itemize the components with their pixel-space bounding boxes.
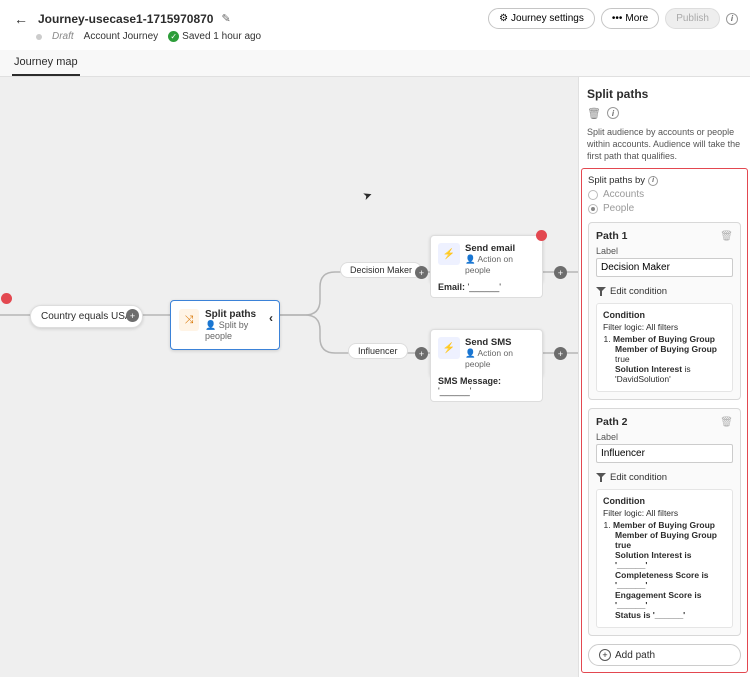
action-node-send-email[interactable]: ⚡ Send email 👤 Action on people xyxy=(430,235,543,283)
info-icon[interactable]: i xyxy=(607,107,619,119)
info-icon[interactable]: i xyxy=(726,13,738,25)
add-node-icon[interactable]: + xyxy=(415,266,428,279)
label-field-label: Label xyxy=(596,246,733,256)
action-sub: Action on people xyxy=(465,348,513,369)
action-detail-email: Email: '______' xyxy=(430,277,543,298)
path-card-1: Path 1 🗑 Label Edit condition Condition … xyxy=(588,222,741,400)
action-node-send-sms[interactable]: ⚡ Send SMS 👤 Action on people xyxy=(430,329,543,377)
journey-canvas[interactable]: ➤ Country equals USA + ⤨ Split paths 👤 S… xyxy=(0,77,578,677)
cursor-icon: ➤ xyxy=(361,188,374,203)
journey-settings-button[interactable]: ⚙Journey settings xyxy=(488,8,595,29)
path-heading: Path 1 xyxy=(596,230,628,242)
split-config: Split paths by i Accounts People Path 1 … xyxy=(581,168,748,673)
tabs: Journey map xyxy=(0,50,750,77)
info-icon[interactable]: i xyxy=(648,176,658,186)
delete-icon[interactable]: 🗑 xyxy=(587,107,601,120)
action-title: Send SMS xyxy=(465,337,535,348)
split-sub: Split by people xyxy=(205,320,248,341)
plus-icon: + xyxy=(599,649,611,661)
more-button[interactable]: •••More xyxy=(601,8,659,29)
saved-status: ✓Saved 1 hour ago xyxy=(168,31,261,42)
journey-title: Journey-usecase1-1715970870 xyxy=(38,12,213,26)
panel-description: Split audience by accounts or people wit… xyxy=(587,126,742,162)
split-by-label: Split paths by i xyxy=(588,175,741,186)
error-icon xyxy=(536,230,547,241)
chevron-left-icon: ‹ xyxy=(269,311,273,325)
label-field-label: Label xyxy=(596,432,733,442)
tab-journey-map[interactable]: Journey map xyxy=(12,50,80,76)
action-icon: ⚡ xyxy=(438,337,460,359)
condition-summary: Condition Filter logic: All filters Memb… xyxy=(596,489,733,628)
gear-icon: ⚙ xyxy=(499,13,508,24)
draft-status: Draft xyxy=(52,31,74,42)
add-node-icon[interactable]: + xyxy=(415,347,428,360)
path-heading: Path 2 xyxy=(596,416,628,428)
path-label-input[interactable] xyxy=(596,258,733,277)
split-node[interactable]: ⤨ Split paths 👤 Split by people ‹ xyxy=(170,300,280,350)
split-icon: ⤨ xyxy=(179,309,199,331)
edit-condition-button[interactable]: Edit condition xyxy=(596,283,733,303)
funnel-icon xyxy=(596,287,606,297)
edit-title-icon[interactable]: ✎ xyxy=(221,12,230,25)
delete-path-icon[interactable]: 🗑 xyxy=(720,231,733,242)
split-title: Split paths xyxy=(205,309,271,320)
more-icon: ••• xyxy=(612,13,623,24)
check-icon: ✓ xyxy=(168,31,179,42)
add-node-icon[interactable]: + xyxy=(554,266,567,279)
radio-people[interactable]: People xyxy=(588,203,741,214)
path-label-influencer[interactable]: Influencer xyxy=(348,343,408,359)
add-node-icon[interactable]: + xyxy=(554,347,567,360)
condition-summary: Condition Filter logic: All filters Memb… xyxy=(596,303,733,392)
radio-accounts[interactable]: Accounts xyxy=(588,189,741,200)
path-label-decision-maker[interactable]: Decision Maker xyxy=(340,262,422,278)
sub-header: Draft Account Journey ✓Saved 1 hour ago xyxy=(0,29,750,50)
action-icon: ⚡ xyxy=(438,243,460,265)
action-title: Send email xyxy=(465,243,535,254)
path-card-2: Path 2 🗑 Label Edit condition Condition … xyxy=(588,408,741,636)
add-node-icon[interactable]: + xyxy=(126,309,139,322)
panel-title: Split paths xyxy=(587,87,742,101)
edit-condition-button[interactable]: Edit condition xyxy=(596,469,733,489)
path-label-input[interactable] xyxy=(596,444,733,463)
journey-type: Account Journey xyxy=(84,31,159,42)
back-button[interactable]: ← xyxy=(12,9,30,29)
publish-button: Publish xyxy=(665,8,720,29)
error-icon xyxy=(1,293,12,304)
header: ← Journey-usecase1-1715970870 ✎ ⚙Journey… xyxy=(0,0,750,29)
add-path-button[interactable]: + Add path xyxy=(588,644,741,666)
funnel-icon xyxy=(596,473,606,483)
properties-panel: Split paths 🗑 i Split audience by accoun… xyxy=(578,77,750,677)
action-sub: Action on people xyxy=(465,254,513,275)
entry-label: Country equals USA xyxy=(41,311,132,322)
action-detail-sms: SMS Message: '______' xyxy=(430,371,543,402)
status-dot xyxy=(36,34,42,40)
delete-path-icon[interactable]: 🗑 xyxy=(720,417,733,428)
